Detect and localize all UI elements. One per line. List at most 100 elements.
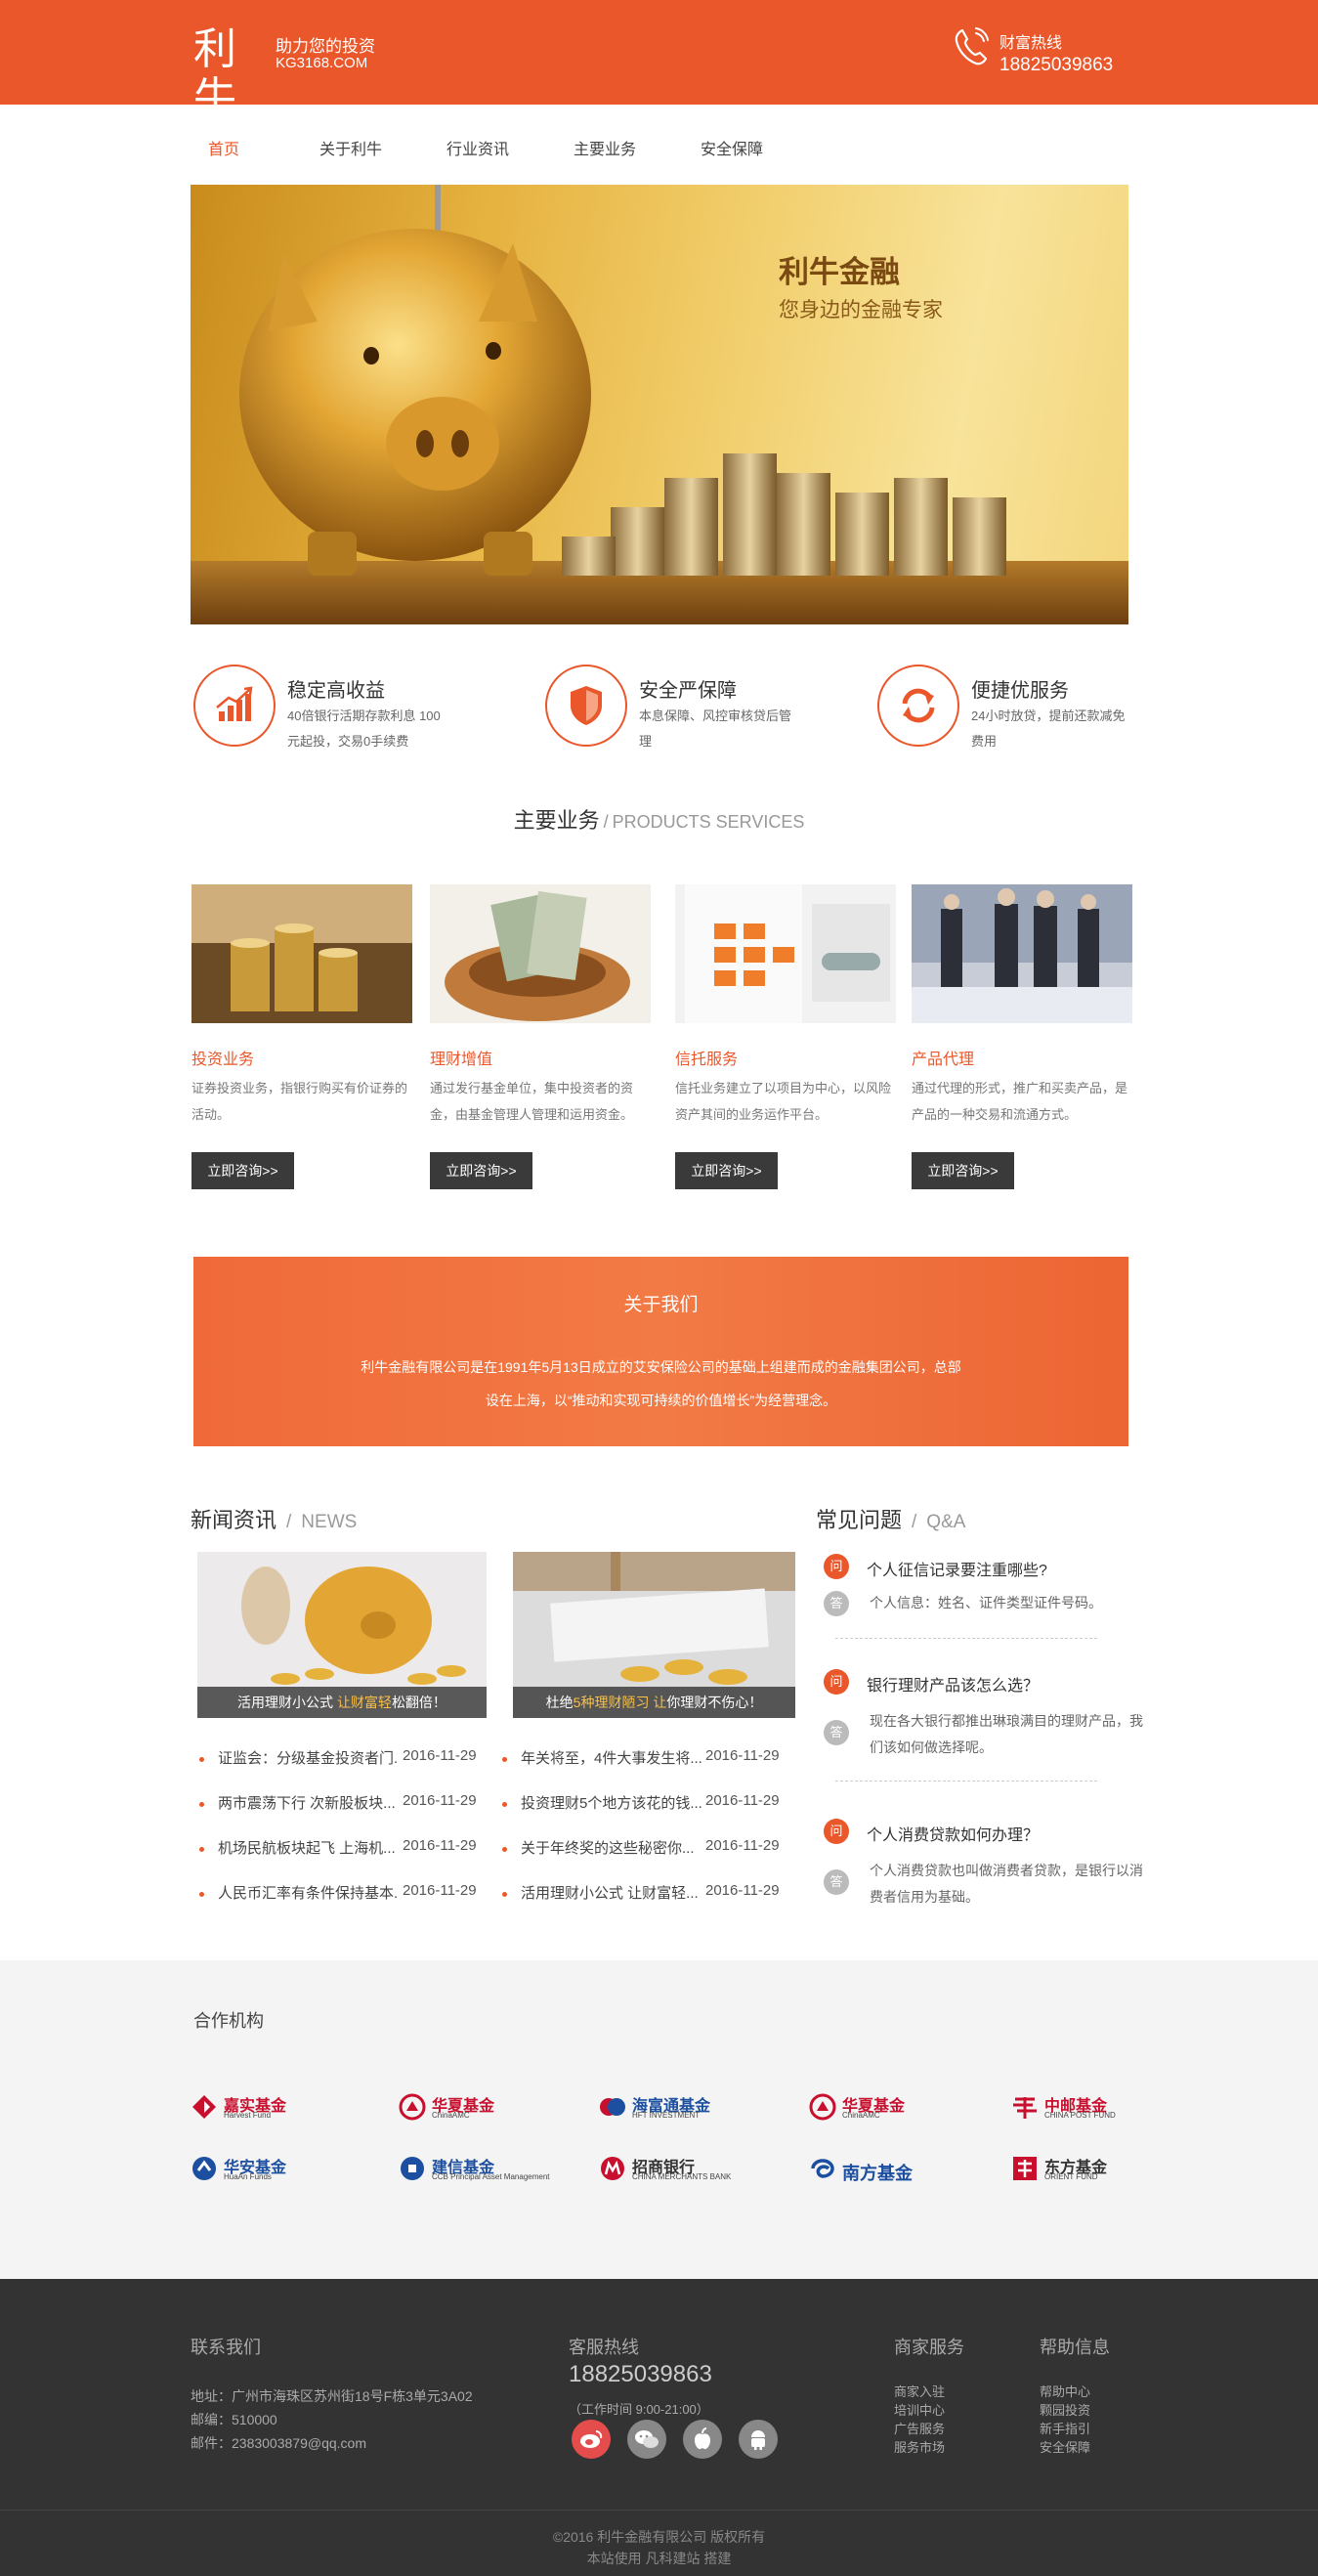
huaan-logo-icon [192,2157,216,2180]
product-name[interactable]: 理财增值 [430,1046,492,1069]
news-date: 2016-11-29 [403,1837,477,1854]
partner-logo-cmb[interactable]: 招商银行 CHINA MERCHANTS BANK [599,2152,745,2185]
partner-name-en: CHINA MERCHANTS BANK [632,2172,732,2181]
product-card-wealth: 理财增值 通过发行基金单位，集中投资者的资金，由基金管理人管理和运用资金。 立即… [430,884,651,1197]
caption-highlight: 让财富轻 [336,1695,392,1710]
about-title: 关于我们 [623,1295,699,1315]
news-feature-pic[interactable]: 杜绝5种理财陋习 让你理财不伤心！ [513,1552,795,1718]
footer-hotline-title: 客服热线 [569,2338,639,2357]
circle-logo-icon [399,2093,426,2121]
footer-zip: 邮编：510000 [191,2412,277,2427]
partners-section: 合作机构 嘉实基金 Harvest Fund 华夏基金 ChinaAMC 海富通… [0,1960,1318,2279]
nav-item-home[interactable]: 首页 [208,136,239,159]
feature-desc: 本息保障、风控审核贷后管理 [639,708,792,749]
consult-button[interactable]: 立即咨询>> [675,1152,778,1189]
calculator-image[interactable] [675,884,896,1023]
product-name[interactable]: 产品代理 [912,1046,974,1069]
partner-logo-harvest[interactable]: 嘉实基金 Harvest Fund [191,2090,337,2124]
nav-item-industry-news[interactable]: 行业资讯 [446,136,509,159]
news-title[interactable]: 人民币汇率有条件保持基本... [218,1882,399,1903]
nav-item-business[interactable]: 主要业务 [574,136,636,159]
caption-part: 杜绝 [545,1695,574,1710]
bullet-icon [199,1802,204,1807]
question-badge: 问 [824,1554,849,1579]
android-icon[interactable] [739,2420,778,2459]
consult-button[interactable]: 立即咨询>> [912,1152,1014,1189]
news-item[interactable]: 投资理财5个地方该花的钱... 2016-11-29 [496,1792,780,1837]
bullet-icon [199,1757,204,1762]
news-item[interactable]: 证监会：分级基金投资者门... 2016-11-29 [193,1747,477,1792]
coins-image[interactable] [191,884,412,1023]
shield-icon [545,665,627,747]
partner-name-en: ChinaAMC [432,2111,470,2120]
logo-slogan: 助力您的投资 [276,37,375,56]
news-item[interactable]: 机场民航板块起飞 上海机... 2016-11-29 [193,1837,477,1882]
money-nest-image[interactable] [430,884,651,1023]
footer-link[interactable]: 商家入驻 [894,2383,945,2401]
news-title[interactable]: 活用理财小公式 让财富轻... [521,1882,702,1903]
news-item[interactable]: 活用理财小公式 让财富轻... 2016-11-29 [496,1882,780,1927]
partner-logo-chinaamc[interactable]: 华夏基金 ChinaAMC [809,2090,956,2124]
news-list-right: 年关将至，4件大事发生将... 2016-11-29 投资理财5个地方该花的钱..… [496,1747,780,1927]
footer-link[interactable]: 广告服务 [894,2420,945,2438]
news-title[interactable]: 投资理财5个地方该花的钱... [521,1792,702,1813]
faq-answer: 个人信息：姓名、证件类型证件号码。 [870,1595,1102,1610]
consult-button[interactable]: 立即咨询>> [430,1152,532,1189]
footer-link[interactable]: 新手指引 [1040,2420,1090,2438]
product-name[interactable]: 信托服务 [675,1046,738,1069]
hero-banner[interactable]: 利牛金融 您身边的金融专家 [191,185,1128,624]
partner-logo-chinaamc[interactable]: 华夏基金 ChinaAMC [399,2090,545,2124]
nav-item-about[interactable]: 关于利牛 [319,136,382,159]
faq-answer: 现在各大银行都推出琳琅满目的理财产品，我们该如何做选择呢。 [870,1713,1143,1755]
news-section-title: 新闻资讯 / NEWS [191,1503,357,1534]
news-title[interactable]: 证监会：分级基金投资者门... [218,1747,399,1768]
partner-logo-ccb[interactable]: 建信基金 CCB Principal Asset Management [399,2152,550,2185]
bullet-icon [199,1847,204,1852]
orient-logo-icon [1013,2157,1037,2180]
footer-email[interactable]: 邮件：2383003879@qq.com [191,2431,366,2455]
partner-logo-orient[interactable]: 东方基金 ORIENT FUND [1011,2152,1158,2185]
partner-logo-southern[interactable]: 南方基金 [809,2152,956,2185]
refresh-icon [877,665,959,747]
news-item[interactable]: 年关将至，4件大事发生将... 2016-11-29 [496,1747,780,1792]
partner-logo-huaan[interactable]: 华安基金 HuaAn Funds [191,2152,337,2185]
news-item[interactable]: 人民币汇率有条件保持基本... 2016-11-29 [193,1882,477,1927]
bullet-icon [502,1802,507,1807]
news-feature-pic[interactable]: 活用理财小公式 让财富轻松翻倍！ [197,1552,487,1718]
footer-hotline-number: 18825039863 [569,2361,712,2387]
news-title[interactable]: 年关将至，4件大事发生将... [521,1747,702,1768]
circle-logo-icon [809,2093,836,2121]
news-title[interactable]: 关于年终奖的这些秘密你... [521,1837,702,1858]
product-name[interactable]: 投资业务 [191,1046,254,1069]
feature-title: 安全严保障 [639,680,737,702]
partner-logo-hft[interactable]: 海富通基金 HFT INVESTMENT [599,2090,745,2124]
wechat-icon[interactable] [627,2420,666,2459]
feature-security: 安全严保障 本息保障、风控审核贷后管理 [545,665,858,762]
news-item[interactable]: 关于年终奖的这些秘密你... 2016-11-29 [496,1837,780,1882]
faq-question[interactable]: 个人征信记录要注重哪些? [867,1557,1047,1580]
weibo-icon[interactable] [572,2420,611,2459]
handshake-image[interactable] [912,884,1132,1023]
faq-question[interactable]: 银行理财产品该怎么选？ [867,1672,1039,1696]
consult-button[interactable]: 立即咨询>> [191,1152,294,1189]
news-title[interactable]: 机场民航板块起飞 上海机... [218,1837,399,1858]
faq-question[interactable]: 个人消费贷款如何办理？ [867,1822,1039,1845]
about-text: 利牛金融有限公司是在1991年5月13日成立的艾安保险公司的基础上组建而成的金融… [361,1359,961,1408]
footer-link[interactable]: 培训中心 [894,2401,945,2420]
news-title[interactable]: 两市震荡下行 次新股板块... [218,1792,399,1813]
nav-item-security[interactable]: 安全保障 [701,136,763,159]
partner-logo-chinapost[interactable]: 中邮基金 CHINA POST FUND [1011,2090,1158,2124]
news-item[interactable]: 两市震荡下行 次新股板块... 2016-11-29 [193,1792,477,1837]
diamond-logo-icon [192,2095,216,2119]
footer-link[interactable]: 安全保障 [1040,2438,1090,2457]
footer-powered-by[interactable]: 本站使用 凡科建站 搭建 [0,2549,1318,2568]
section-title-cn: 主要业务 [513,808,600,833]
news-date: 2016-11-29 [705,1747,780,1764]
apple-icon[interactable] [683,2420,722,2459]
footer-link[interactable]: 颗园投资 [1040,2401,1090,2420]
section-title-sep: / [603,812,609,832]
footer-link[interactable]: 服务市场 [894,2438,945,2457]
partner-name: 南方基金 [842,2164,913,2183]
footer-link[interactable]: 帮助中心 [1040,2383,1090,2401]
product-card-investment: 投资业务 证券投资业务，指银行购买有价证券的活动。 立即咨询>> [191,884,412,1197]
